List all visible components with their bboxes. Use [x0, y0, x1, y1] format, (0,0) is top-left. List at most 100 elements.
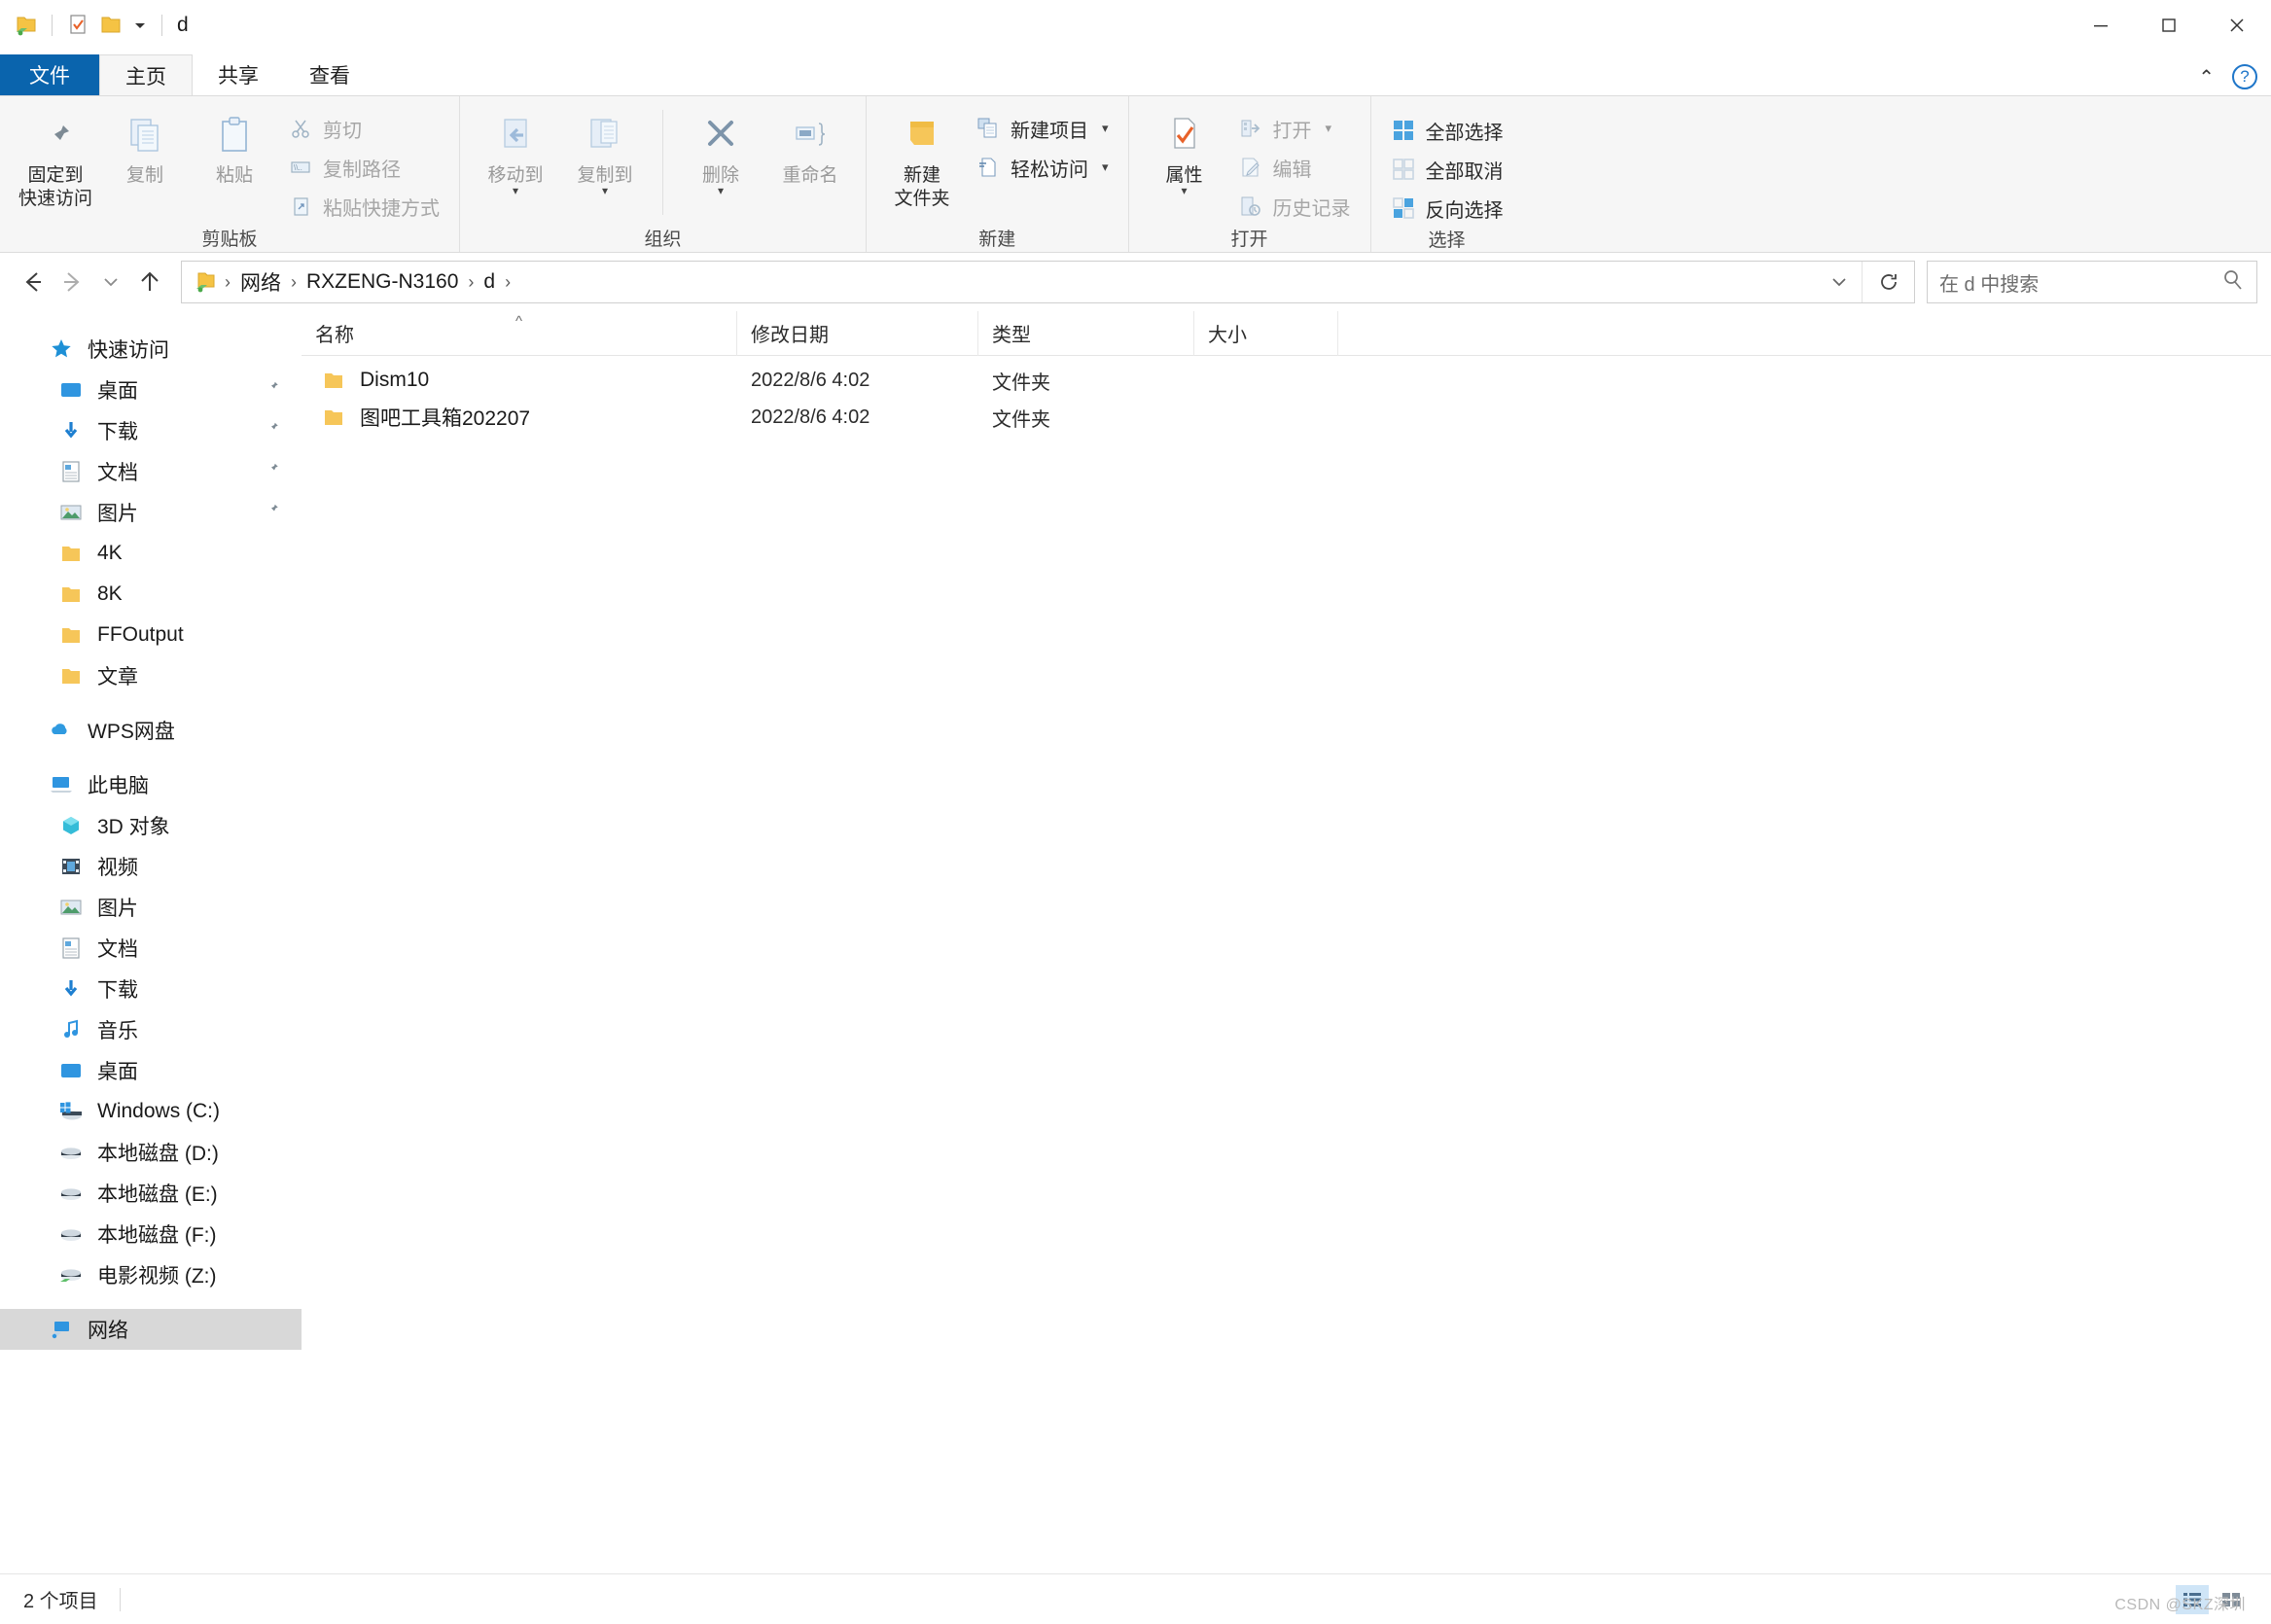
properties-icon[interactable]	[61, 9, 94, 42]
table-row[interactable]: 图吧工具箱202207 2022/8/6 4:02 文件夹	[302, 399, 2271, 436]
sidebar-label: 文档	[97, 938, 138, 961]
cut-button[interactable]: 剪切	[282, 112, 445, 145]
delete-button[interactable]: 删除 ▾	[679, 106, 763, 196]
pin-icon[interactable]	[263, 378, 280, 401]
breadcrumb-bar[interactable]: › 网络 › RXZENG-N3160 › d ›	[181, 261, 1915, 303]
ribbon: 固定到 快速访问 复制 粘贴 剪切 \\.. 复制路径 粘贴快捷方式 剪贴板 移…	[0, 95, 2271, 253]
history-button[interactable]: 历史记录	[1232, 190, 1357, 223]
copy-to-button[interactable]: 复制到 ▾	[563, 106, 647, 196]
breadcrumb-item-network[interactable]: 网络	[232, 267, 289, 297]
column-header-date[interactable]: 修改日期	[737, 310, 978, 356]
select-all-button[interactable]: 全部选择	[1385, 114, 1509, 147]
move-to-caret-icon[interactable]: ▾	[513, 185, 518, 196]
navigation-pane[interactable]: 快速访问 桌面 下载 文档 图片 4K 8K FFOutput 文章 WPS网盘…	[0, 311, 302, 1573]
new-folder-button[interactable]: 新建 文件夹	[880, 106, 964, 211]
search-icon[interactable]	[2221, 268, 2245, 297]
sidebar-item-videos[interactable]: 视频	[0, 846, 302, 887]
address-history-dropdown-icon[interactable]	[1817, 262, 1862, 302]
sidebar-item-pictures-pc[interactable]: 图片	[0, 887, 302, 928]
up-button[interactable]	[130, 261, 169, 303]
back-button[interactable]	[14, 261, 53, 303]
new-item-icon	[976, 116, 1001, 141]
sidebar-item-3d-objects[interactable]: 3D 对象	[0, 805, 302, 846]
open-button[interactable]: 打开 ▾	[1232, 112, 1357, 145]
sidebar-item-8k[interactable]: 8K	[0, 574, 302, 615]
tab-share[interactable]: 共享	[193, 54, 284, 95]
pin-icon[interactable]	[263, 501, 280, 523]
properties-caret-icon[interactable]: ▾	[1182, 185, 1188, 196]
sidebar-item-drive-f[interactable]: 本地磁盘 (F:)	[0, 1214, 302, 1254]
sidebar-item-articles[interactable]: 文章	[0, 655, 302, 696]
sidebar-item-ffoutput[interactable]: FFOutput	[0, 615, 302, 655]
copy-to-caret-icon[interactable]: ▾	[602, 185, 608, 196]
breadcrumb-separator[interactable]: ›	[466, 272, 476, 293]
network-folder-icon[interactable]	[10, 9, 43, 42]
tab-view[interactable]: 查看	[284, 54, 375, 95]
documents-icon	[56, 457, 86, 486]
sidebar-item-documents-pc[interactable]: 文档	[0, 928, 302, 969]
minimize-button[interactable]	[2067, 0, 2135, 51]
close-button[interactable]	[2203, 0, 2271, 51]
sidebar-item-music[interactable]: 音乐	[0, 1009, 302, 1050]
sidebar-item-drive-d[interactable]: 本地磁盘 (D:)	[0, 1132, 302, 1173]
paste-button[interactable]: 粘贴	[193, 106, 276, 188]
new-item-button[interactable]: 新建项目 ▾	[970, 112, 1115, 145]
rename-button[interactable]: 重命名	[768, 106, 852, 188]
sidebar-item-4k[interactable]: 4K	[0, 533, 302, 574]
sidebar-item-wps-cloud[interactable]: WPS网盘	[0, 710, 302, 751]
sidebar-item-network[interactable]: 网络	[0, 1309, 302, 1350]
ribbon-group-label-select: 选择	[1428, 229, 1466, 251]
delete-caret-icon[interactable]: ▾	[718, 185, 724, 196]
new-folder-icon[interactable]	[94, 9, 127, 42]
new-item-caret-icon[interactable]: ▾	[1102, 121, 1109, 136]
sidebar-item-desktop-pc[interactable]: 桌面	[0, 1050, 302, 1091]
sidebar-item-downloads[interactable]: 下载	[0, 410, 302, 451]
breadcrumb-item-host[interactable]: RXZENG-N3160	[299, 270, 466, 294]
breadcrumb-separator[interactable]: ›	[289, 272, 299, 293]
copy-path-button[interactable]: \\.. 复制路径	[282, 151, 445, 184]
column-header-name[interactable]: ^ 名称	[302, 310, 737, 356]
easy-access-caret-icon[interactable]: ▾	[1102, 159, 1109, 175]
customize-qat-caret-icon[interactable]	[127, 11, 153, 40]
sidebar-item-drive-e[interactable]: 本地磁盘 (E:)	[0, 1173, 302, 1214]
invert-selection-button[interactable]: 反向选择	[1385, 192, 1509, 225]
sidebar-item-downloads-pc[interactable]: 下载	[0, 969, 302, 1009]
pin-icon[interactable]	[263, 419, 280, 441]
pin-to-quick-access-button[interactable]: 固定到 快速访问	[14, 106, 97, 211]
recent-locations-button[interactable]	[91, 261, 130, 303]
search-box[interactable]: 在 d 中搜索	[1927, 261, 2257, 303]
tab-home[interactable]: 主页	[99, 54, 193, 95]
forward-button[interactable]	[53, 261, 91, 303]
search-input[interactable]: 在 d 中搜索	[1939, 268, 2039, 297]
paste-shortcut-button[interactable]: 粘贴快捷方式	[282, 190, 445, 223]
network-drive-icon	[56, 1260, 86, 1289]
paste-icon	[213, 110, 256, 160]
pin-icon[interactable]	[263, 460, 280, 482]
easy-access-button[interactable]: 轻松访问 ▾	[970, 151, 1115, 184]
sidebar-item-windows-c[interactable]: Windows (C:)	[0, 1091, 302, 1132]
breadcrumb-item-d[interactable]: d	[476, 270, 503, 294]
edit-button[interactable]: 编辑	[1232, 151, 1357, 184]
sidebar-item-quick-access[interactable]: 快速访问	[0, 329, 302, 370]
help-icon[interactable]: ?	[2232, 64, 2257, 89]
sidebar-item-drive-z[interactable]: 电影视频 (Z:)	[0, 1254, 302, 1295]
sidebar-item-this-pc[interactable]: 此电脑	[0, 764, 302, 805]
select-none-button[interactable]: 全部取消	[1385, 153, 1509, 186]
sidebar-label: 文章	[97, 666, 138, 688]
properties-button[interactable]: 属性 ▾	[1143, 106, 1226, 196]
column-header-type[interactable]: 类型	[978, 310, 1194, 356]
sidebar-item-pictures[interactable]: 图片	[0, 492, 302, 533]
collapse-ribbon-icon[interactable]: ⌃	[2198, 65, 2215, 89]
table-row[interactable]: Dism10 2022/8/6 4:02 文件夹	[302, 362, 2271, 399]
sidebar-item-desktop[interactable]: 桌面	[0, 370, 302, 410]
move-to-button[interactable]: 移动到 ▾	[474, 106, 557, 196]
tab-file[interactable]: 文件	[0, 54, 99, 95]
column-header-size[interactable]: 大小	[1194, 310, 1338, 356]
breadcrumb-separator[interactable]: ›	[503, 272, 513, 293]
sidebar-label: 本地磁盘 (F:)	[97, 1224, 217, 1247]
maximize-button[interactable]	[2135, 0, 2203, 51]
refresh-button[interactable]	[1862, 262, 1914, 302]
sidebar-item-documents[interactable]: 文档	[0, 451, 302, 492]
copy-button[interactable]: 复制	[103, 106, 187, 188]
open-caret-icon[interactable]: ▾	[1326, 121, 1332, 136]
